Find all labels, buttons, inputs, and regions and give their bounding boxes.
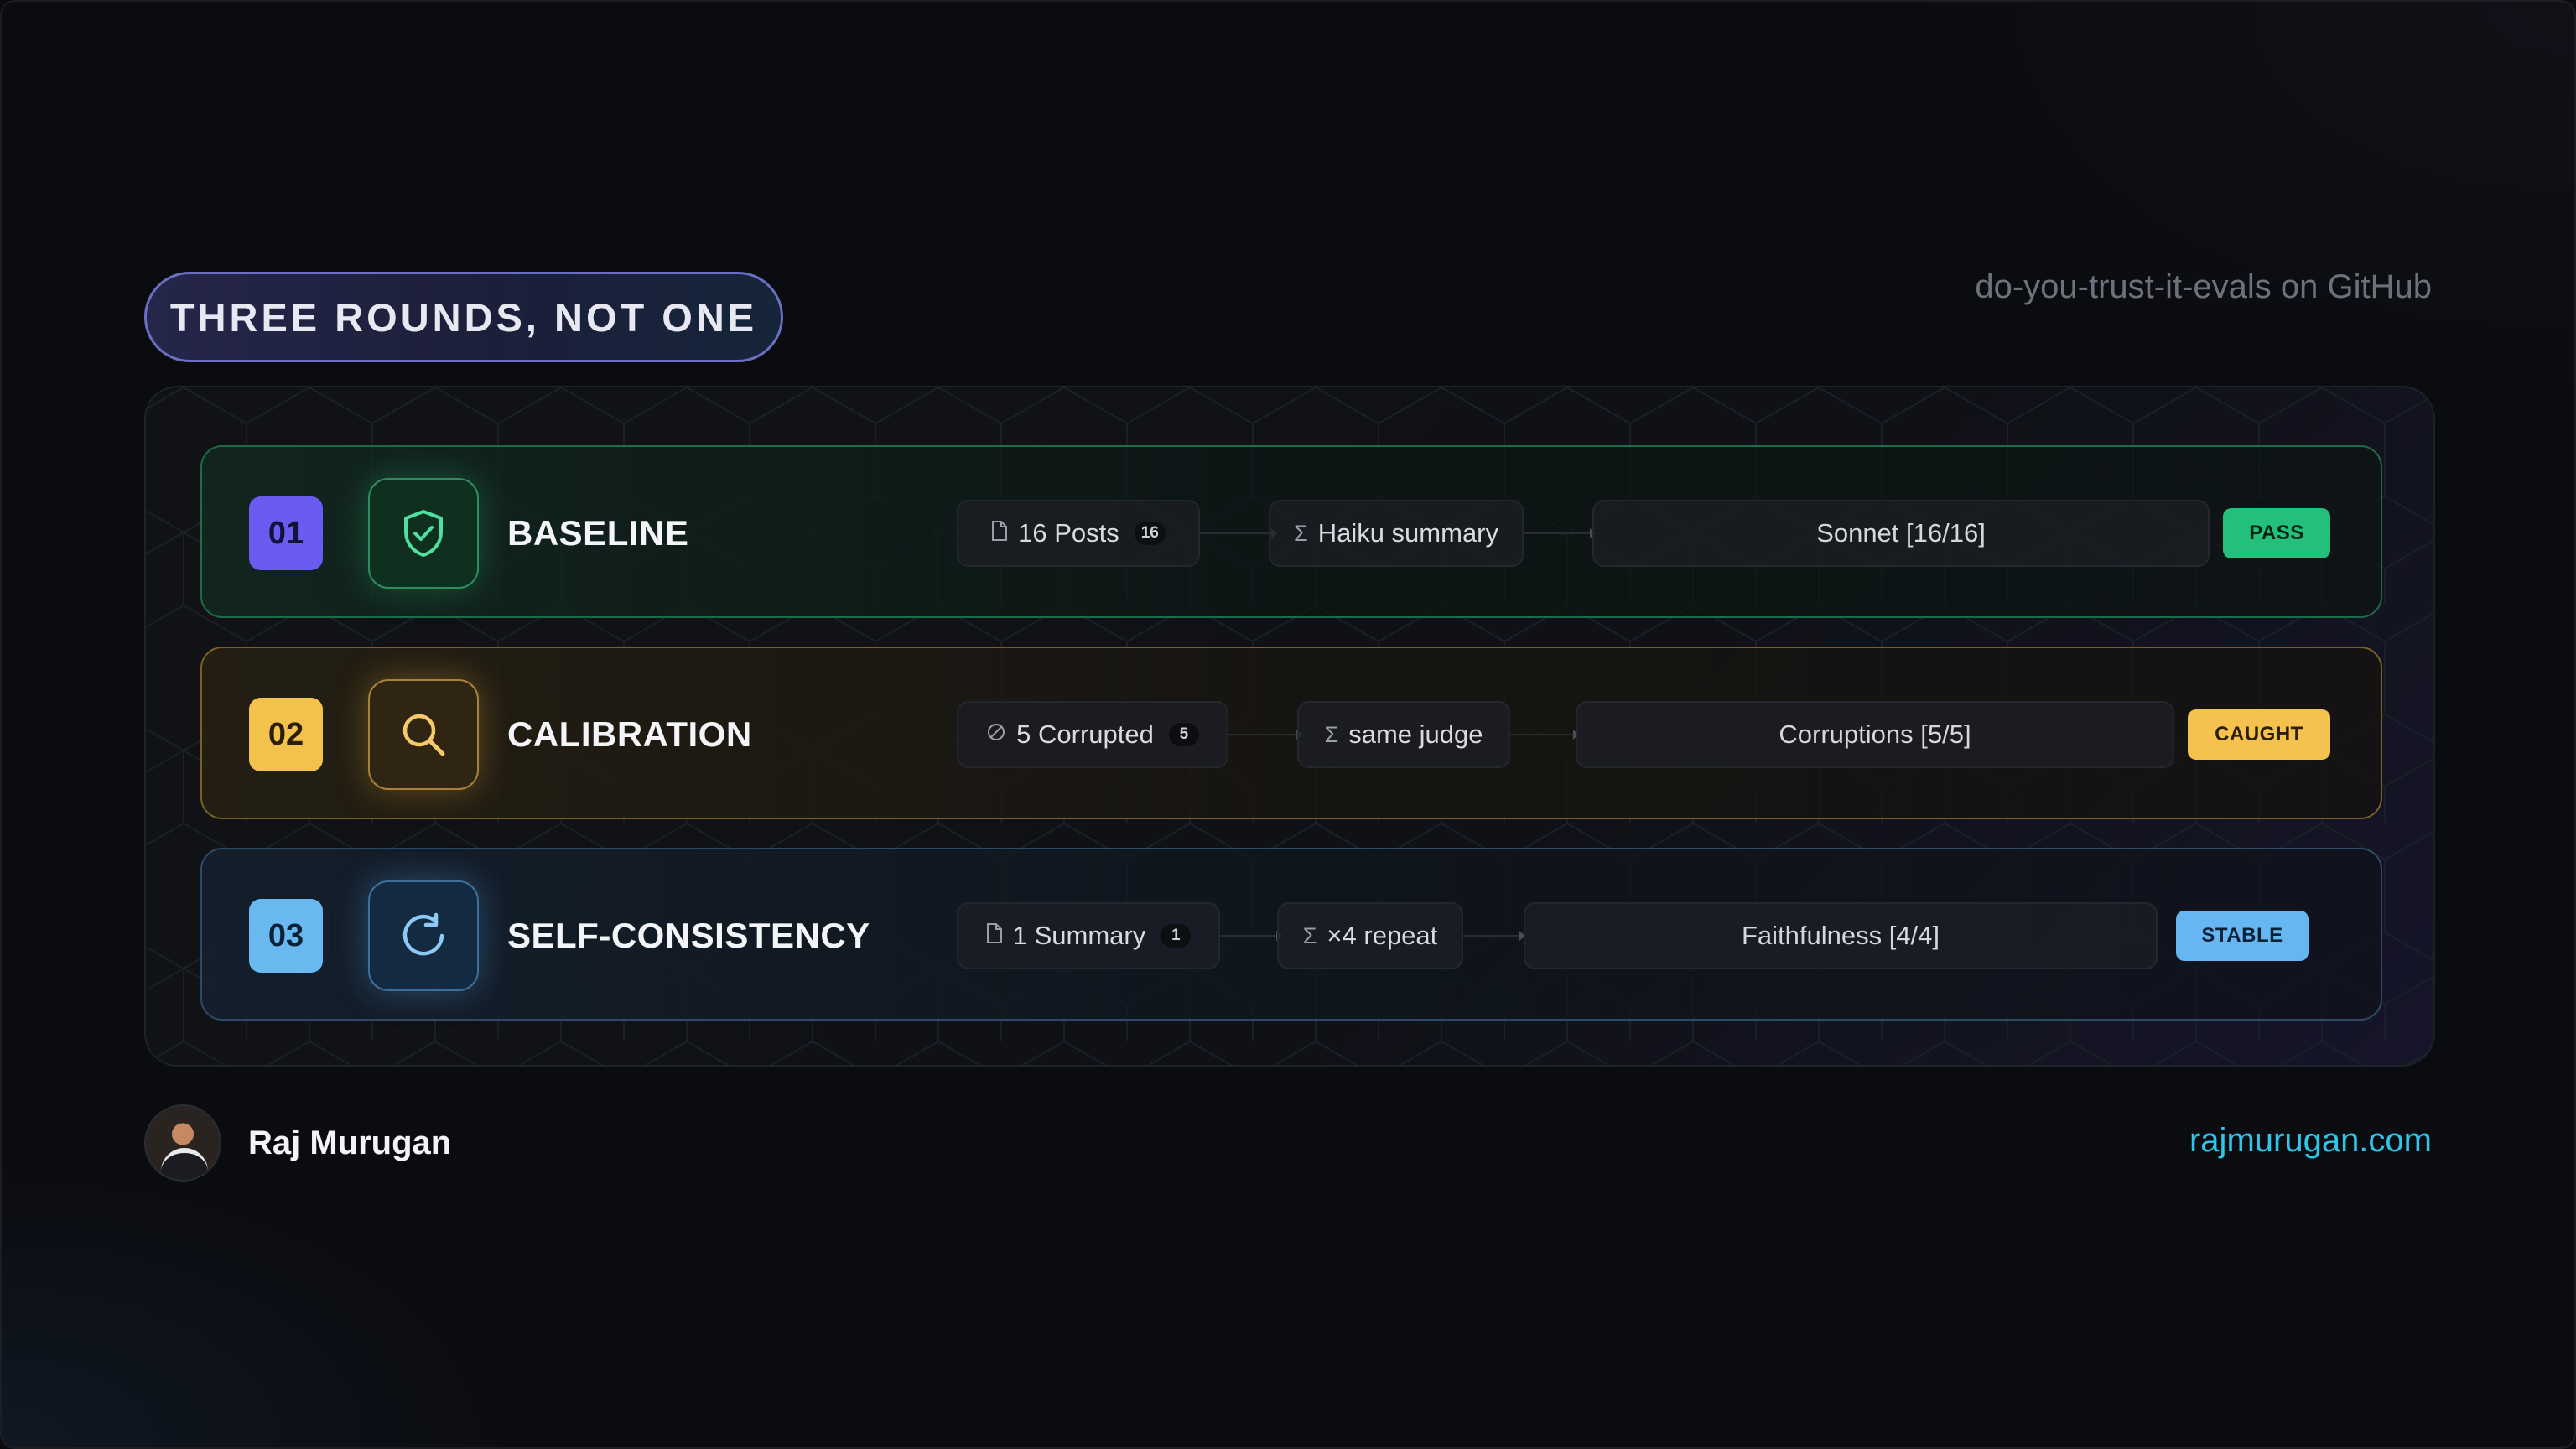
search-icon bbox=[368, 679, 479, 790]
result-chip: Sonnet [16/16] bbox=[1592, 500, 2210, 567]
round-title: BASELINE bbox=[507, 513, 689, 553]
round-number: 01 bbox=[249, 496, 323, 570]
result-label: Corruptions [5/5] bbox=[1779, 719, 1971, 749]
document-icon bbox=[986, 922, 1003, 950]
status-badge: PASS bbox=[2223, 508, 2330, 558]
flow-arrow bbox=[1510, 730, 1579, 740]
round-number: 02 bbox=[249, 698, 323, 771]
round-row-calibration: 02 CALIBRATION 5 Corrupted 5 Σ same judg… bbox=[200, 647, 2382, 819]
flow-arrow bbox=[1228, 730, 1302, 740]
prohibited-icon bbox=[986, 722, 1006, 748]
result-chip: Faithfulness [4/4] bbox=[1524, 902, 2158, 969]
sigma-icon: Σ bbox=[1324, 721, 1339, 747]
page-title: THREE ROUNDS, NOT ONE bbox=[169, 294, 758, 340]
input-chip: 1 Summary 1 bbox=[957, 902, 1220, 969]
input-label: 5 Corrupted bbox=[1016, 719, 1154, 749]
shield-check-icon bbox=[368, 478, 479, 589]
input-chip: 16 Posts 16 bbox=[957, 500, 1200, 567]
input-chip: 5 Corrupted 5 bbox=[957, 701, 1228, 768]
round-number: 03 bbox=[249, 899, 323, 973]
author-block: Raj Murugan bbox=[144, 1104, 451, 1182]
round-row-baseline: 01 BASELINE 16 Posts 16 Σ Haiku summary bbox=[200, 445, 2382, 618]
flow-arrow bbox=[1220, 931, 1282, 941]
status-badge: STABLE bbox=[2176, 911, 2309, 961]
input-label: 1 Summary bbox=[1012, 921, 1146, 950]
flow-arrow bbox=[1463, 931, 1525, 941]
count-badge: 1 bbox=[1161, 924, 1192, 948]
document-icon bbox=[991, 520, 1008, 548]
status-badge: CAUGHT bbox=[2188, 709, 2330, 760]
result-chip: Corruptions [5/5] bbox=[1576, 701, 2174, 768]
avatar bbox=[144, 1104, 221, 1182]
refresh-icon bbox=[368, 880, 479, 991]
process-label: same judge bbox=[1348, 719, 1483, 749]
round-row-self-consistency: 03 SELF-CONSISTENCY 1 Summary 1 Σ ×4 rep… bbox=[200, 848, 2382, 1021]
title-pill: THREE ROUNDS, NOT ONE bbox=[144, 272, 783, 362]
website-link[interactable]: rajmurugan.com bbox=[2189, 1122, 2432, 1160]
input-label: 16 Posts bbox=[1018, 518, 1119, 548]
process-label: ×4 repeat bbox=[1327, 921, 1438, 950]
round-title: CALIBRATION bbox=[507, 714, 752, 754]
process-chip: Σ Haiku summary bbox=[1269, 500, 1524, 567]
result-label: Sonnet [16/16] bbox=[1816, 518, 1986, 548]
process-chip: Σ same judge bbox=[1297, 701, 1510, 768]
repo-label[interactable]: do-you-trust-it-evals on GitHub bbox=[1975, 268, 2432, 306]
rounds-panel: 01 BASELINE 16 Posts 16 Σ Haiku summary bbox=[144, 386, 2435, 1067]
round-title: SELF-CONSISTENCY bbox=[507, 916, 870, 955]
process-chip: Σ ×4 repeat bbox=[1277, 902, 1463, 969]
result-label: Faithfulness [4/4] bbox=[1741, 921, 1940, 950]
process-label: Haiku summary bbox=[1317, 518, 1499, 548]
sigma-icon: Σ bbox=[1302, 922, 1317, 948]
flow-arrow bbox=[1524, 528, 1596, 538]
count-badge: 5 bbox=[1168, 723, 1199, 746]
slide: THREE ROUNDS, NOT ONE do-you-trust-it-ev… bbox=[0, 0, 2576, 1449]
author-name: Raj Murugan bbox=[248, 1124, 452, 1161]
sigma-icon: Σ bbox=[1293, 520, 1308, 546]
flow-arrow bbox=[1200, 528, 1277, 538]
count-badge: 16 bbox=[1134, 522, 1166, 545]
